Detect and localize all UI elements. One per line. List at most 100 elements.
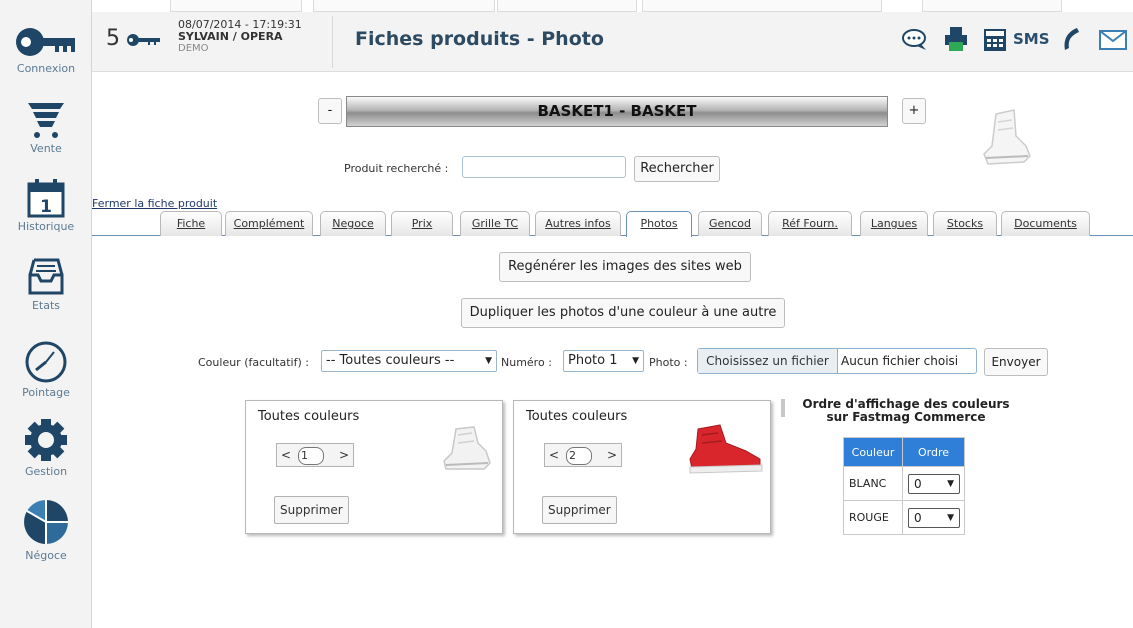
photo-label: Photo :	[649, 356, 688, 369]
tab-documents[interactable]: Documents	[1001, 211, 1090, 236]
order-cell: 0 ▼	[902, 466, 965, 501]
choose-file-button[interactable]: Choisissez un fichier	[698, 349, 838, 373]
number-select[interactable]: Photo 1 ▼	[563, 350, 644, 372]
phone-icon[interactable]	[1059, 26, 1083, 52]
photo-next-button[interactable]: >	[607, 444, 617, 466]
top-tab-stub	[170, 0, 302, 12]
delete-photo-button[interactable]: Supprimer	[542, 496, 617, 524]
calendar-badge: 1	[40, 197, 52, 217]
photo-pager: < 2 >	[544, 443, 622, 467]
tab-negoce[interactable]: Negoce	[320, 211, 386, 236]
sms-button[interactable]: SMS	[1013, 26, 1050, 52]
tab-ref-fourn[interactable]: Réf Fourn.	[768, 211, 852, 236]
color-label: Couleur (facultatif) :	[198, 356, 309, 369]
send-button[interactable]: Envoyer	[984, 348, 1048, 376]
photo-pager: < 1 >	[276, 443, 354, 467]
order-select[interactable]: 0 ▼	[908, 473, 960, 494]
tab-photos[interactable]: Photos	[626, 211, 692, 237]
previous-product-button[interactable]: -	[318, 98, 342, 124]
color-cell: ROUGE	[843, 500, 903, 535]
tab-grille-tc[interactable]: Grille TC	[460, 211, 530, 236]
top-tab-stub	[922, 0, 1062, 12]
sidebar-item-historique[interactable]: 1 Historique	[0, 178, 92, 233]
photo-number[interactable]: 1	[298, 447, 324, 465]
sidebar-item-etats[interactable]: Etats	[0, 257, 92, 312]
close-product-link[interactable]: Fermer la fiche produit	[92, 197, 217, 210]
photo-card-title: Toutes couleurs	[526, 409, 628, 424]
delete-photo-button[interactable]: Supprimer	[274, 496, 349, 524]
number-select-value: Photo 1	[568, 353, 618, 368]
gear-icon	[25, 419, 67, 461]
search-label: Produit recherché :	[344, 162, 449, 175]
top-tab-stub	[497, 0, 637, 12]
order-select[interactable]: 0 ▼	[908, 507, 960, 528]
session-count: 5	[106, 26, 120, 51]
order-cell: 0 ▼	[902, 500, 965, 535]
scroll-indicator	[781, 399, 785, 417]
photo-card-title: Toutes couleurs	[258, 409, 360, 424]
file-status: Aucun fichier choisi	[841, 354, 959, 368]
photo-prev-button[interactable]: <	[549, 444, 559, 466]
photo-next-button[interactable]: >	[339, 444, 349, 466]
column-header-order: Ordre	[902, 437, 965, 467]
photo-card: Toutes couleurs < 1 > Supprimer	[245, 400, 503, 534]
color-order-table: Couleur Ordre BLANC 0 ▼ ROUGE 0 ▼	[843, 437, 965, 535]
table-row: ROUGE 0 ▼	[843, 500, 965, 535]
mail-icon[interactable]	[1099, 30, 1127, 50]
tab-complement[interactable]: Complément	[225, 211, 313, 236]
shoe-photo	[689, 424, 763, 474]
inbox-tray-icon	[28, 258, 64, 295]
chat-icon[interactable]	[901, 28, 929, 52]
printer-icon[interactable]	[943, 26, 969, 52]
number-label: Numéro :	[501, 356, 552, 369]
sidebar-item-label: Négoce	[25, 549, 67, 562]
pie-chart-icon	[24, 500, 68, 544]
chevron-down-icon: ▼	[947, 512, 954, 523]
key-icon	[127, 34, 160, 46]
top-tab-stub	[313, 0, 495, 12]
photo-prev-button[interactable]: <	[281, 444, 291, 466]
product-thumbnail[interactable]	[978, 102, 1034, 172]
color-select-value: -- Toutes couleurs --	[326, 353, 455, 368]
session-user: SYLVAIN / OPERA	[178, 30, 283, 43]
calculator-icon[interactable]	[983, 28, 1007, 52]
cart-icon	[28, 103, 64, 138]
tab-stocks[interactable]: Stocks	[933, 211, 997, 236]
search-button[interactable]: Rechercher	[634, 156, 720, 182]
tab-gencod[interactable]: Gencod	[698, 211, 762, 236]
page-title: Fiches produits - Photo	[355, 28, 604, 50]
product-name-bar: BASKET1 - BASKET	[346, 96, 888, 127]
header-toolbar: SMS	[893, 26, 1133, 56]
sidebar-item-vente[interactable]: Vente	[0, 100, 92, 155]
tab-fiche[interactable]: Fiche	[160, 211, 222, 236]
regenerate-images-button[interactable]: Regénérer les images des sites web	[499, 252, 751, 282]
color-cell: BLANC	[843, 466, 903, 501]
order-title-line2: sur Fastmag Commerce	[826, 410, 986, 424]
order-select-value: 0	[914, 476, 922, 491]
next-product-button[interactable]: +	[902, 98, 926, 124]
tab-langues[interactable]: Langues	[860, 211, 928, 236]
sidebar-item-label: Pointage	[22, 386, 70, 399]
chevron-down-icon: ▼	[632, 356, 639, 366]
table-row: BLANC 0 ▼	[843, 466, 965, 501]
sidebar-item-label: Gestion	[24, 465, 68, 478]
sidebar-item-label: Etats	[31, 299, 61, 312]
tab-prix[interactable]: Prix	[391, 211, 453, 236]
sidebar-item-gestion[interactable]: Gestion	[0, 417, 92, 478]
order-title: Ordre d'affichage des couleurs sur Fastm…	[786, 398, 1026, 424]
shoe-photo	[443, 426, 491, 470]
top-strip	[92, 0, 1133, 12]
sidebar: Connexion Vente 1 Historique Etats Point…	[0, 0, 92, 628]
photo-number[interactable]: 2	[566, 447, 592, 465]
sidebar-item-pointage[interactable]: Pointage	[0, 340, 92, 399]
chevron-down-icon: ▼	[485, 356, 492, 366]
file-input[interactable]: Choisissez un fichier Aucun fichier choi…	[697, 348, 977, 374]
sidebar-item-label: Connexion	[16, 62, 76, 75]
sidebar-item-label: Historique	[17, 220, 75, 233]
sidebar-item-negoce[interactable]: Négoce	[0, 497, 92, 562]
sidebar-item-connexion[interactable]: Connexion	[0, 24, 92, 75]
color-select[interactable]: -- Toutes couleurs -- ▼	[321, 350, 497, 372]
tab-autres-infos[interactable]: Autres infos	[535, 211, 621, 236]
duplicate-photos-button[interactable]: Dupliquer les photos d'une couleur à une…	[461, 298, 785, 328]
search-input[interactable]	[462, 156, 626, 178]
